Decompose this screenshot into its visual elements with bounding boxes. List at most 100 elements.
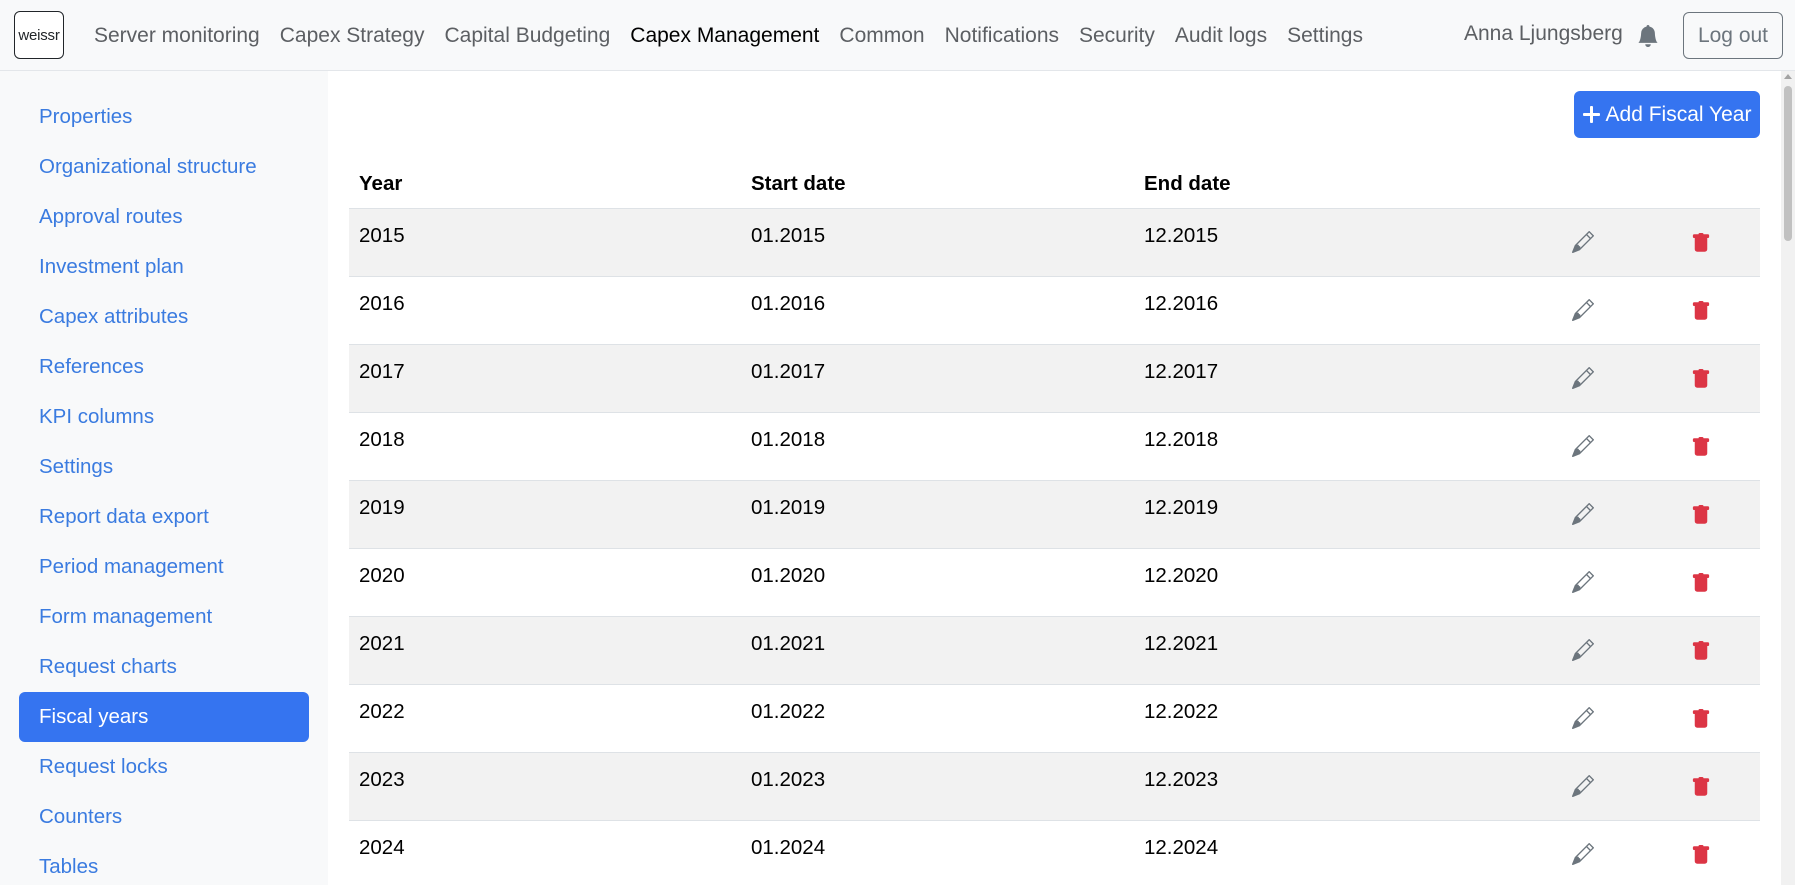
pencil-icon[interactable] <box>1572 638 1598 665</box>
pencil-icon[interactable] <box>1572 434 1598 461</box>
trash-icon[interactable] <box>1691 775 1713 801</box>
cell-start-date: 01.2020 <box>751 564 826 587</box>
sidebar-item-properties[interactable]: Properties <box>19 92 309 142</box>
nav-item-common[interactable]: Common <box>829 24 934 48</box>
trash-icon[interactable] <box>1691 571 1713 597</box>
cell-end-date: 12.2023 <box>1144 768 1219 791</box>
column-header-year: Year <box>359 172 403 195</box>
column-header-end-date: End date <box>1144 172 1231 195</box>
pencil-icon[interactable] <box>1572 706 1598 733</box>
nav-item-capex-strategy[interactable]: Capex Strategy <box>270 24 435 48</box>
nav-item-server-monitoring[interactable]: Server monitoring <box>84 24 270 48</box>
pencil-icon[interactable] <box>1572 774 1598 801</box>
plus-icon <box>1582 106 1600 123</box>
pencil-icon[interactable] <box>1572 502 1598 529</box>
add-fiscal-year-label: Add Fiscal Year <box>1605 102 1752 126</box>
sidebar-item-investment-plan[interactable]: Investment plan <box>19 242 309 292</box>
main-nav: Server monitoring Capex Strategy Capital B… <box>84 0 1373 71</box>
cell-start-date: 01.2022 <box>751 700 826 723</box>
sidebar-item-tables[interactable]: Tables <box>19 842 309 885</box>
trash-icon[interactable] <box>1691 639 1713 665</box>
cell-start-date: 01.2016 <box>751 292 826 315</box>
cell-end-date: 12.2022 <box>1144 700 1219 723</box>
sidebar-item-request-locks[interactable]: Request locks <box>19 742 309 792</box>
cell-year: 2024 <box>359 836 405 859</box>
cell-end-date: 12.2019 <box>1144 496 1219 519</box>
sidebar-item-capex-attributes[interactable]: Capex attributes <box>19 292 309 342</box>
nav-item-settings[interactable]: Settings <box>1277 24 1373 48</box>
cell-year: 2019 <box>359 496 405 519</box>
nav-item-notifications[interactable]: Notifications <box>935 24 1069 48</box>
brand-logo[interactable]: weissr <box>14 11 64 59</box>
cell-end-date: 12.2017 <box>1144 360 1219 383</box>
fiscal-years-table: Year Start date End date 2015 01.2015 12.2… <box>349 160 1760 885</box>
pencil-icon[interactable] <box>1572 570 1598 597</box>
trash-icon[interactable] <box>1691 367 1713 393</box>
nav-item-capex-management[interactable]: Capex Management <box>620 24 829 48</box>
sidebar: Properties Organizational structure Approv… <box>0 71 328 885</box>
cell-start-date: 01.2021 <box>751 632 826 655</box>
sidebar-item-report-data-export[interactable]: Report data export <box>19 492 309 542</box>
sidebar-item-form-management[interactable]: Form management <box>19 592 309 642</box>
add-fiscal-year-button[interactable]: Add Fiscal Year <box>1574 91 1760 138</box>
table-row: 2023 01.2023 12.2023 <box>349 753 1760 821</box>
table-row: 2016 01.2016 12.2016 <box>349 277 1760 345</box>
trash-icon[interactable] <box>1691 299 1713 325</box>
cell-start-date: 01.2015 <box>751 224 826 247</box>
user-name[interactable]: Anna Ljungsberg <box>1464 22 1623 46</box>
cell-year: 2023 <box>359 768 405 791</box>
pencil-icon[interactable] <box>1572 298 1598 325</box>
table-row: 2018 01.2018 12.2018 <box>349 413 1760 481</box>
nav-item-capital-budgeting[interactable]: Capital Budgeting <box>434 24 620 48</box>
pencil-icon[interactable] <box>1572 842 1598 869</box>
sidebar-item-settings[interactable]: Settings <box>19 442 309 492</box>
cell-year: 2017 <box>359 360 405 383</box>
cell-start-date: 01.2019 <box>751 496 826 519</box>
pencil-icon[interactable] <box>1572 366 1598 393</box>
sidebar-item-references[interactable]: References <box>19 342 309 392</box>
sidebar-item-fiscal-years[interactable]: Fiscal years <box>19 692 309 742</box>
sidebar-item-organizational-structure[interactable]: Organizational structure <box>19 142 309 192</box>
trash-icon[interactable] <box>1691 231 1713 257</box>
sidebar-item-kpi-columns[interactable]: KPI columns <box>19 392 309 442</box>
pencil-icon[interactable] <box>1572 230 1598 257</box>
cell-year: 2020 <box>359 564 405 587</box>
table-row: 2022 01.2022 12.2022 <box>349 685 1760 753</box>
sidebar-item-counters[interactable]: Counters <box>19 792 309 842</box>
cell-year: 2015 <box>359 224 405 247</box>
top-navbar: weissr Server monitoring Capex Strategy Ca… <box>0 0 1795 71</box>
cell-end-date: 12.2024 <box>1144 836 1219 859</box>
cell-end-date: 12.2020 <box>1144 564 1219 587</box>
scroll-up-icon[interactable] <box>1784 74 1792 79</box>
page-scrollbar[interactable] <box>1781 71 1795 885</box>
cell-end-date: 12.2021 <box>1144 632 1219 655</box>
cell-start-date: 01.2018 <box>751 428 826 451</box>
scroll-thumb[interactable] <box>1784 86 1792 241</box>
sidebar-item-approval-routes[interactable]: Approval routes <box>19 192 309 242</box>
cell-year: 2021 <box>359 632 405 655</box>
trash-icon[interactable] <box>1691 435 1713 461</box>
cell-end-date: 12.2018 <box>1144 428 1219 451</box>
sidebar-item-request-charts[interactable]: Request charts <box>19 642 309 692</box>
column-header-start-date: Start date <box>751 172 846 195</box>
logout-button[interactable]: Log out <box>1683 12 1783 59</box>
cell-year: 2018 <box>359 428 405 451</box>
bell-icon[interactable] <box>1637 24 1659 48</box>
cell-year: 2016 <box>359 292 405 315</box>
sidebar-item-period-management[interactable]: Period management <box>19 542 309 592</box>
trash-icon[interactable] <box>1691 843 1713 869</box>
table-row: 2024 01.2024 12.2024 <box>349 821 1760 885</box>
table-row: 2019 01.2019 12.2019 <box>349 481 1760 549</box>
table-row: 2021 01.2021 12.2021 <box>349 617 1760 685</box>
table-body: 2015 01.2015 12.2015 2016 01.2016 12.2016 2017… <box>349 209 1760 885</box>
cell-end-date: 12.2015 <box>1144 224 1219 247</box>
cell-start-date: 01.2017 <box>751 360 826 383</box>
cell-start-date: 01.2024 <box>751 836 826 859</box>
table-row: 2020 01.2020 12.2020 <box>349 549 1760 617</box>
table-row: 2017 01.2017 12.2017 <box>349 345 1760 413</box>
trash-icon[interactable] <box>1691 707 1713 733</box>
nav-item-audit-logs[interactable]: Audit logs <box>1165 24 1277 48</box>
table-header: Year Start date End date <box>349 160 1760 209</box>
nav-item-security[interactable]: Security <box>1069 24 1165 48</box>
trash-icon[interactable] <box>1691 503 1713 529</box>
